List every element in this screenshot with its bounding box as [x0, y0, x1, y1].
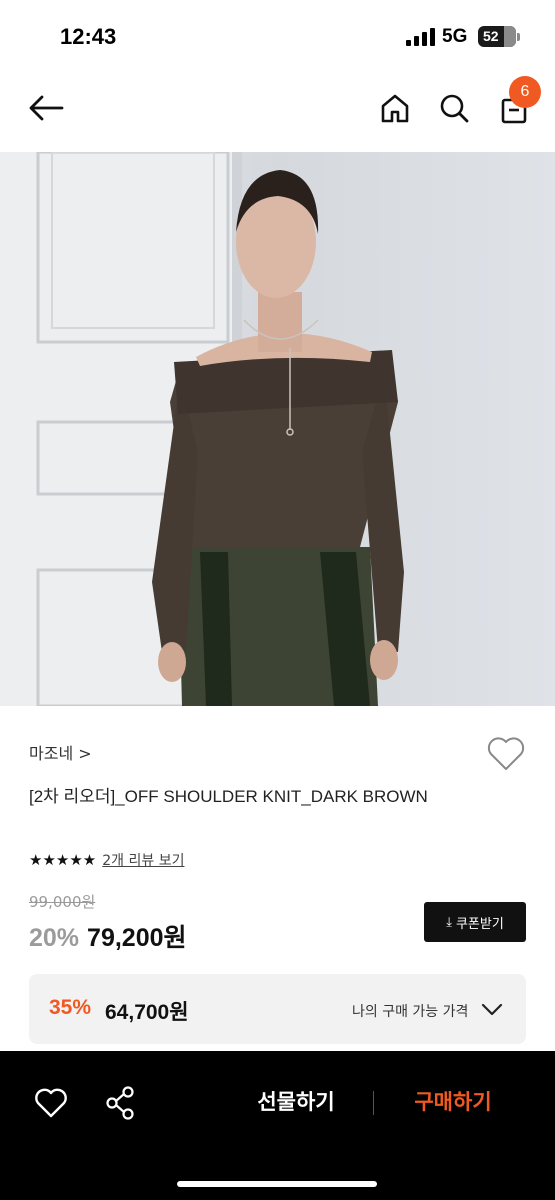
my-price-panel[interactable]: 35% 64,700원 나의 구매 가능 가격	[29, 974, 526, 1044]
brand-link[interactable]: 마조네 >	[29, 740, 92, 764]
search-button[interactable]	[434, 88, 474, 128]
share-icon	[106, 1086, 134, 1120]
home-indicator	[177, 1181, 377, 1187]
share-button[interactable]	[104, 1085, 136, 1121]
home-icon	[381, 94, 409, 123]
button-divider	[373, 1091, 374, 1115]
battery-level: 52	[483, 28, 499, 44]
battery-icon: 52	[478, 26, 516, 47]
heart-icon	[487, 737, 525, 770]
network-label: 5G	[442, 26, 468, 47]
battery-tip	[517, 33, 520, 41]
star-rating: ★★★★★	[29, 851, 97, 869]
my-price-amount: 64,700원	[105, 1001, 189, 1024]
rating-row: ★★★★★ 2개 리뷰 보기	[29, 849, 184, 871]
my-discount-percent: 35%	[49, 996, 92, 1019]
download-icon: ⤓	[446, 914, 452, 930]
back-button[interactable]	[26, 88, 66, 128]
top-nav	[0, 70, 555, 152]
product-title: [2차 리오더]_OFF SHOULDER KNIT_DARK BROWN	[29, 787, 428, 806]
arrow-left-icon	[29, 95, 64, 121]
coupon-button[interactable]: ⤓ 쿠폰받기	[424, 902, 526, 942]
my-price-label: 나의 구매 가능 가격	[352, 1004, 469, 1020]
product-photo-illustration	[0, 152, 555, 706]
coupon-label: 쿠폰받기	[455, 916, 504, 932]
signal-icon	[406, 28, 436, 46]
review-link[interactable]: 2개 리뷰 보기	[102, 850, 184, 870]
chevron-down-icon	[481, 1003, 503, 1016]
search-icon	[440, 94, 469, 123]
wishlist-button[interactable]	[486, 735, 526, 773]
status-time: 12:43	[60, 24, 117, 49]
sale-price: 79,200원	[87, 924, 187, 952]
buy-button[interactable]: 구매하기	[393, 1085, 513, 1119]
gift-button[interactable]: 선물하기	[236, 1085, 356, 1119]
original-price: 99,000원	[29, 893, 96, 911]
home-button[interactable]	[375, 88, 415, 128]
bottom-wishlist-button[interactable]	[34, 1087, 68, 1119]
cart-count-badge: 6	[509, 76, 541, 108]
sale-price-row: 20% 79,200원	[29, 918, 187, 954]
product-photo[interactable]	[0, 152, 555, 706]
status-bar: 12:43 5G 52	[0, 0, 555, 70]
bottom-action-bar: 선물하기 구매하기	[0, 1051, 555, 1200]
heart-icon	[35, 1088, 67, 1118]
discount-percent: 20%	[29, 924, 80, 952]
